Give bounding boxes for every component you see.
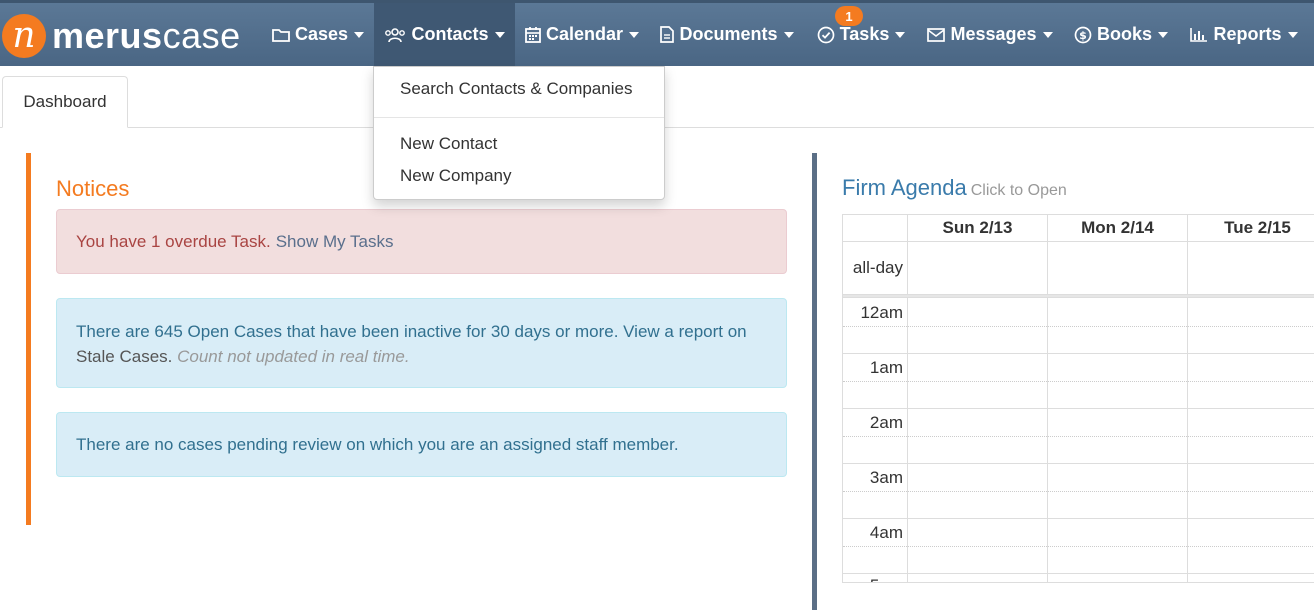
chevron-down-icon <box>1158 31 1168 38</box>
top-navbar: n meruscase Cases Contacts Calendar Docu… <box>0 0 1314 66</box>
logo-mark: n <box>2 14 46 58</box>
half-hour-line <box>843 326 1314 327</box>
hour-label: 12am <box>860 303 903 322</box>
nav-messages-label: Messages <box>950 24 1037 44</box>
all-day-separator <box>843 294 1314 298</box>
chevron-down-icon <box>629 31 640 38</box>
stale-cases-text: There are 645 Open Cases that have been … <box>76 322 747 341</box>
nav-calendar[interactable]: Calendar <box>515 3 649 66</box>
notices-title: Notices <box>56 176 130 201</box>
nav-reports-label: Reports <box>1213 24 1282 44</box>
menu-item-search-contacts[interactable]: Search Contacts & Companies <box>400 79 632 99</box>
nav-reports[interactable]: Reports <box>1179 3 1309 66</box>
menu-item-new-company[interactable]: New Company <box>400 166 512 186</box>
document-icon <box>660 26 675 43</box>
hour-line <box>843 408 1314 409</box>
users-icon <box>385 27 406 42</box>
stale-cases-link[interactable]: Stale Cases. <box>76 347 172 366</box>
nav-cases-label: Cases <box>294 24 349 44</box>
day-header-tue[interactable]: Tue 2/15 <box>1188 215 1314 241</box>
hour-line <box>843 463 1314 464</box>
hour-label: 2am <box>869 413 903 432</box>
nav-contacts-label: Contacts <box>411 24 489 44</box>
hour-line <box>843 573 1314 574</box>
envelope-icon <box>927 27 946 42</box>
nav-documents-label: Documents <box>679 24 778 44</box>
hour-line <box>843 518 1314 519</box>
agenda-accent-bar <box>812 153 817 610</box>
day-header-sun[interactable]: Sun 2/13 <box>908 215 1047 241</box>
overdue-task-text: You have 1 overdue Task. <box>76 232 271 251</box>
chevron-down-icon <box>783 31 794 38</box>
calendar-header-line <box>843 241 1314 242</box>
notices-accent-bar <box>26 153 31 525</box>
half-hour-line <box>843 491 1314 492</box>
show-my-tasks-link[interactable]: Show My Tasks <box>276 229 394 254</box>
chevron-down-icon <box>354 31 365 38</box>
calendar-column-divider <box>907 215 908 582</box>
calendar-column-divider <box>1187 215 1188 582</box>
hour-label: 5am <box>843 576 903 582</box>
agenda-calendar[interactable]: Sun 2/13 Mon 2/14 Tue 2/15 all-day 12am … <box>842 214 1314 583</box>
contacts-dropdown-menu: Search Contacts & Companies New Contact … <box>373 66 665 200</box>
overdue-task-alert: You have 1 overdue Task. Show My Tasks <box>56 209 787 274</box>
logo-wordmark: meruscase <box>52 15 241 56</box>
nav-calendar-label: Calendar <box>545 24 624 44</box>
check-circle-icon <box>817 26 834 43</box>
menu-divider <box>374 117 664 118</box>
hour-label: 3am <box>869 468 903 487</box>
bar-chart-icon <box>1190 28 1208 42</box>
chevron-down-icon <box>1287 31 1298 38</box>
folder-icon <box>272 28 290 42</box>
all-day-label: all-day <box>852 258 903 277</box>
hour-label: 4am <box>869 523 903 542</box>
nav-messages[interactable]: Messages <box>917 3 1063 66</box>
click-to-open-hint[interactable]: Click to Open <box>971 182 1067 199</box>
day-header-mon[interactable]: Mon 2/14 <box>1048 215 1187 241</box>
half-hour-line <box>843 381 1314 382</box>
calendar-column-divider <box>1047 215 1048 582</box>
chevron-down-icon <box>494 31 505 38</box>
stale-cases-alert: There are 645 Open Cases that have been … <box>56 298 787 388</box>
svg-text:$: $ <box>1079 29 1087 42</box>
chevron-down-icon <box>895 31 906 38</box>
chevron-down-icon <box>1042 31 1053 38</box>
nav-books[interactable]: $ Books <box>1063 3 1179 66</box>
firm-agenda-title[interactable]: Firm Agenda Click to Open <box>842 175 1067 201</box>
app-logo[interactable]: n meruscase <box>2 9 241 63</box>
tab-dashboard[interactable]: Dashboard <box>2 76 128 128</box>
pending-review-text: There are no cases pending review on whi… <box>76 435 679 454</box>
menu-item-new-contact[interactable]: New Contact <box>400 134 497 154</box>
hour-label: 1am <box>869 358 903 377</box>
dollar-circle-icon: $ <box>1074 26 1092 43</box>
nav-tasks-label: Tasks <box>839 24 890 44</box>
hour-line <box>843 353 1314 354</box>
calendar-icon <box>525 27 541 43</box>
stale-cases-note: Count not updated in real time. <box>177 347 410 366</box>
tasks-count-badge: 1 <box>835 6 863 26</box>
nav-cases[interactable]: Cases <box>262 3 374 66</box>
pending-review-alert: There are no cases pending review on whi… <box>56 412 787 477</box>
firm-agenda-title-text: Firm Agenda <box>842 175 967 200</box>
nav-books-label: Books <box>1096 24 1152 44</box>
nav-documents[interactable]: Documents <box>649 3 805 66</box>
half-hour-line <box>843 436 1314 437</box>
nav-contacts[interactable]: Contacts <box>374 3 515 66</box>
half-hour-line <box>843 546 1314 547</box>
